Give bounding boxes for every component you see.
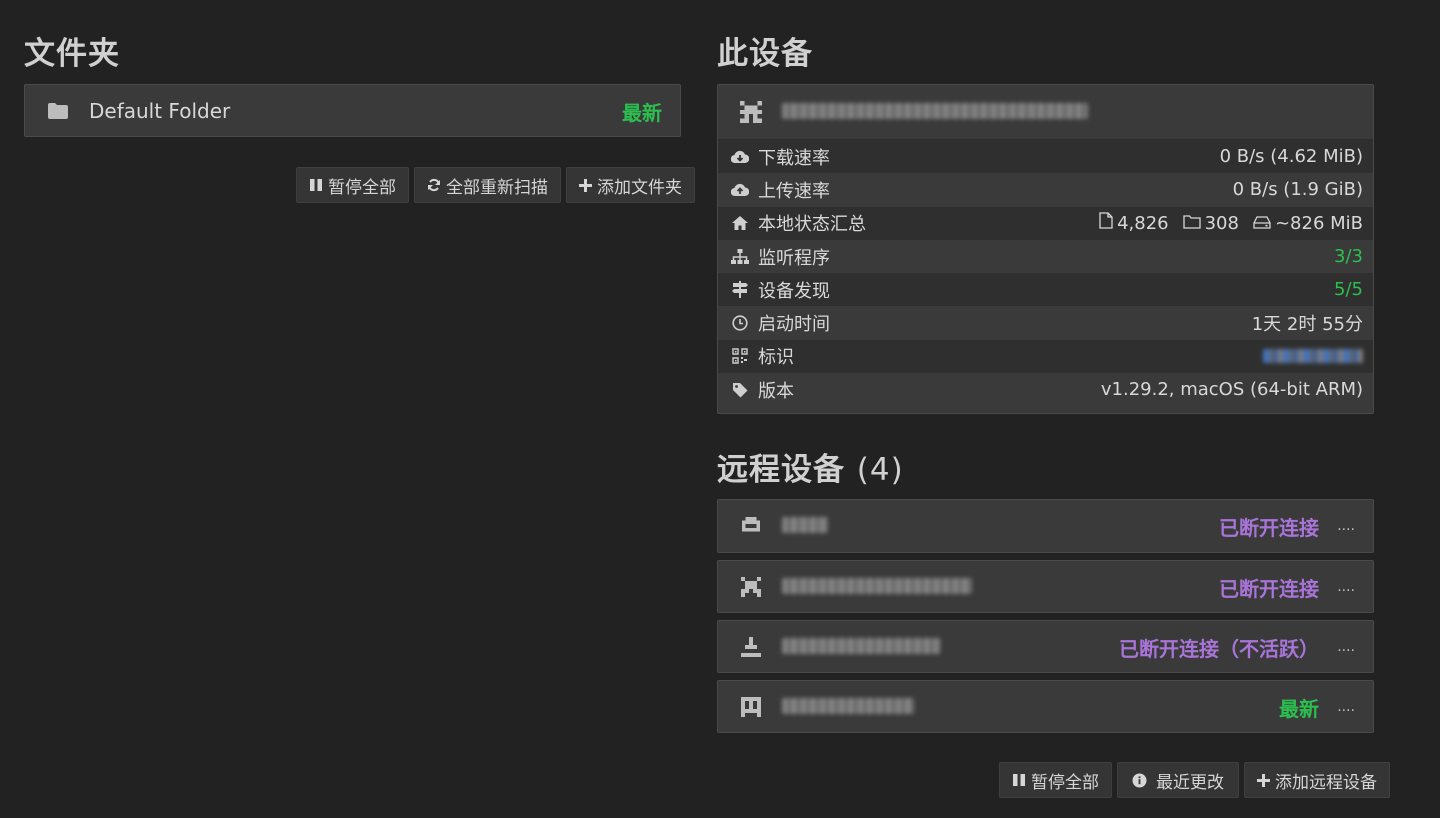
pause-icon: [1012, 773, 1026, 787]
remote-device-1[interactable]: 已断开连接 ....: [717, 499, 1374, 553]
stat-local-state: 本地状态汇总 4,826 308 ~826 MiB: [718, 206, 1373, 240]
qrcode-icon: [730, 348, 750, 365]
clock-icon: [730, 315, 750, 331]
plus-icon: [579, 178, 592, 192]
stat-value: v1.29.2, macOS (64-bit ARM): [1100, 379, 1363, 401]
folders-title: 文件夹: [24, 36, 120, 72]
folder-name: Default Folder: [89, 99, 231, 123]
this-device-name: [782, 100, 1355, 124]
stat-label: 标识: [758, 347, 794, 369]
cloud-upload-icon: [730, 183, 750, 197]
stat-label: 监听程序: [758, 247, 830, 269]
remote-device-menu[interactable]: ....: [1333, 699, 1355, 715]
stat-label: 上传速率: [758, 180, 830, 202]
remote-device-menu[interactable]: ....: [1333, 579, 1355, 595]
dir-count: 308: [1204, 212, 1239, 234]
remote-actions: 暂停全部 最近更改 添加远程设备: [999, 762, 1390, 798]
remote-device-name: [782, 695, 1279, 719]
folder-status: 最新: [622, 100, 662, 125]
stat-value: 0 B/s (1.9 GiB): [1232, 179, 1363, 201]
pause-all-devices-button[interactable]: 暂停全部: [999, 762, 1112, 798]
add-remote-device-button[interactable]: 添加远程设备: [1244, 762, 1390, 798]
stat-value: 3/3: [1334, 246, 1363, 268]
remote-device-name: [782, 575, 1219, 599]
cloud-download-icon: [730, 150, 750, 164]
this-device-panel: 下载速率 0 B/s (4.62 MiB) 上传速率 0 B/s (1.9 Gi…: [717, 84, 1374, 414]
remote-device-status: 已断开连接: [1219, 515, 1319, 540]
add-folder-button[interactable]: 添加文件夹: [566, 167, 695, 203]
remote-device-status: 最新: [1279, 696, 1319, 721]
stat-value: 0 B/s (4.62 MiB): [1219, 146, 1363, 168]
sitemap-icon: [730, 248, 750, 265]
stat-download-rate: 下载速率 0 B/s (4.62 MiB): [718, 140, 1373, 174]
rescan-all-button[interactable]: 全部重新扫描: [414, 167, 561, 203]
stat-identification[interactable]: 标识: [718, 339, 1373, 374]
remote-device-name: [782, 514, 1219, 538]
refresh-icon: [427, 178, 441, 192]
stat-label: 启动时间: [758, 314, 830, 336]
pause-all-label: 暂停全部: [328, 177, 396, 198]
identicon-icon: [740, 577, 762, 597]
folder-actions: 暂停全部 全部重新扫描 添加文件夹: [296, 167, 695, 203]
stat-value: 4,826 308 ~826 MiB: [1099, 212, 1363, 234]
identicon-icon: [740, 697, 762, 717]
stat-listeners: 监听程序 3/3: [718, 239, 1373, 274]
signpost-icon: [730, 281, 750, 299]
stat-value: 1天 2时 55分: [1251, 314, 1363, 336]
remote-devices-title-text: 远程设备: [717, 452, 845, 488]
remote-device-menu[interactable]: ....: [1333, 639, 1355, 655]
rescan-all-label: 全部重新扫描: [446, 177, 548, 198]
stat-label: 版本: [758, 380, 794, 402]
remote-device-2[interactable]: 已断开连接 ....: [717, 560, 1374, 613]
folder-outline-icon: [1182, 213, 1201, 234]
recent-changes-button[interactable]: 最近更改: [1117, 762, 1239, 798]
stat-upload-rate: 上传速率 0 B/s (1.9 GiB): [718, 173, 1373, 207]
this-device-title: 此设备: [717, 36, 813, 72]
info-icon: [1132, 773, 1147, 788]
plus-icon: [1257, 773, 1270, 787]
stat-label: 本地状态汇总: [758, 214, 866, 236]
identicon-icon: [740, 517, 762, 535]
stat-uptime: 启动时间 1天 2时 55分: [718, 306, 1373, 340]
remote-device-status: 已断开连接: [1219, 576, 1319, 601]
remote-device-menu[interactable]: ....: [1333, 518, 1355, 534]
remote-device-3[interactable]: 已断开连接（不活跃） ....: [717, 620, 1374, 673]
pause-all-folders-button[interactable]: 暂停全部: [296, 167, 409, 203]
add-remote-label: 添加远程设备: [1275, 772, 1377, 793]
add-folder-label: 添加文件夹: [597, 177, 682, 198]
stat-version: 版本 v1.29.2, macOS (64-bit ARM): [718, 373, 1373, 407]
pause-icon: [309, 178, 323, 192]
stat-value: 5/5: [1334, 279, 1363, 301]
recent-changes-label: 最近更改: [1156, 772, 1224, 793]
folder-panel-default[interactable]: Default Folder 最新: [24, 84, 681, 137]
remote-device-4[interactable]: 最新 ....: [717, 680, 1374, 733]
remote-devices-count: (4): [856, 452, 904, 488]
remote-device-name: [782, 635, 1119, 659]
identicon-icon: [740, 637, 762, 657]
hdd-icon: [1253, 213, 1271, 234]
stat-label: 下载速率: [758, 147, 830, 169]
remote-device-status: 已断开连接（不活跃）: [1119, 636, 1319, 661]
local-size: ~826 MiB: [1274, 212, 1363, 234]
pause-all-label: 暂停全部: [1031, 772, 1099, 793]
this-device-stats: 下载速率 0 B/s (4.62 MiB) 上传速率 0 B/s (1.9 Gi…: [718, 139, 1373, 407]
stat-discovery: 设备发现 5/5: [718, 273, 1373, 307]
identicon-icon: [740, 101, 762, 123]
folder-icon: [47, 103, 69, 119]
stat-label: 设备发现: [758, 280, 830, 302]
device-id-value[interactable]: [1263, 349, 1363, 364]
remote-devices-title: 远程设备 (4): [717, 444, 904, 489]
tag-icon: [730, 382, 750, 398]
file-count: 4,826: [1117, 212, 1169, 234]
file-icon: [1099, 212, 1113, 234]
home-icon: [730, 216, 750, 231]
